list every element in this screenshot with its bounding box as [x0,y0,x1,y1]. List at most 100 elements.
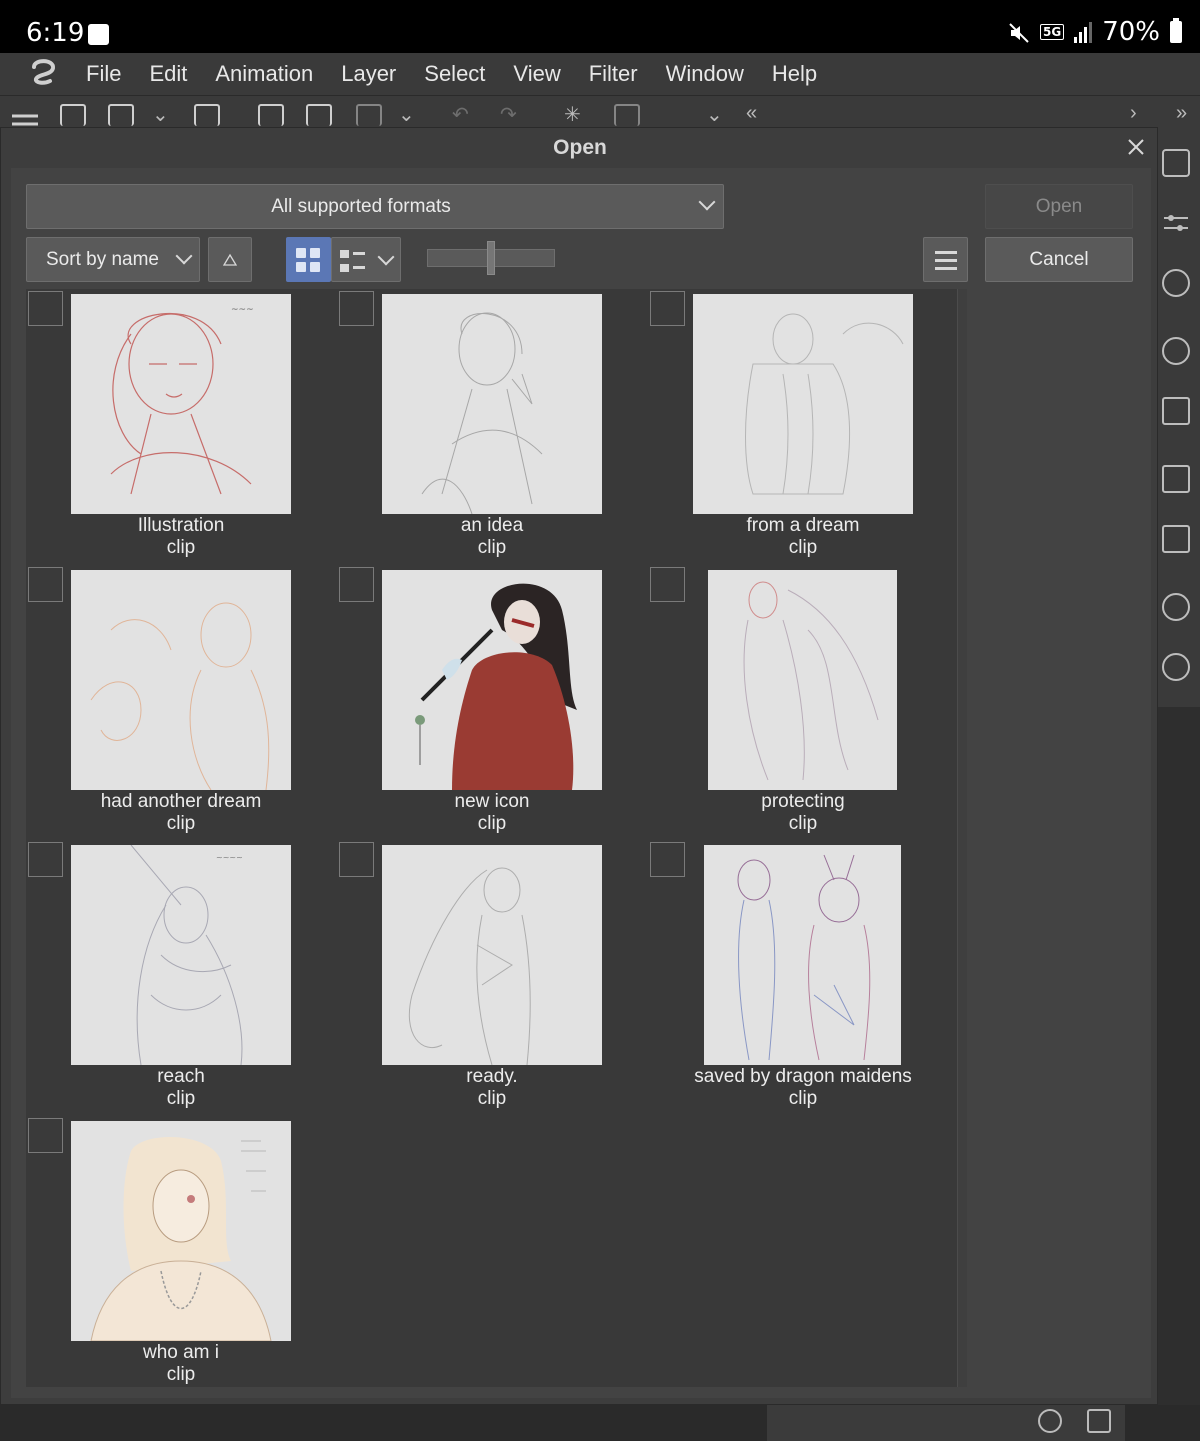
slider-knob[interactable] [487,241,495,275]
file-name: an idea [460,515,524,536]
battery-icon [1170,18,1182,43]
file-ext: clip [788,1088,818,1109]
wrench-icon[interactable] [1087,1409,1111,1433]
file-thumbnail[interactable] [704,845,901,1065]
triangle-up-icon [222,253,238,266]
app-window: 6:19 5G 70% File Edit Animation Layer Se… [0,0,1200,1441]
file-name: saved by dragon maidens [694,1066,912,1087]
file-thumbnail[interactable] [382,570,602,790]
open-button[interactable]: Open [985,184,1133,229]
app-logo-icon[interactable] [26,57,60,91]
layer-property-icon[interactable] [1162,465,1190,493]
file-checkbox[interactable] [650,291,685,326]
menu-select[interactable]: Select [424,61,485,87]
new-canvas-icon[interactable] [60,104,86,126]
sliders-icon[interactable] [1162,209,1190,237]
thumbnail-size-slider[interactable] [427,241,555,275]
cancel-button[interactable]: Cancel [985,237,1133,282]
file-checkbox[interactable] [28,291,63,326]
menu-layer[interactable]: Layer [341,61,396,87]
list-view-button[interactable] [331,237,401,282]
film-icon[interactable] [1162,397,1190,425]
file-item[interactable]: had another dream clip [26,565,336,841]
file-thumbnail[interactable] [382,294,602,514]
file-item[interactable]: saved by dragon maidens clip [648,840,958,1116]
menu-window[interactable]: Window [666,61,744,87]
sort-select[interactable]: Sort by name [26,237,200,282]
file-name: new icon [454,791,530,812]
file-item[interactable]: from a dream clip [648,289,958,565]
menu-filter[interactable]: Filter [589,61,638,87]
pen-tool-icon[interactable] [1162,149,1190,177]
collapse-left-icon[interactable]: « [746,102,757,125]
chevron-down-icon[interactable]: ⌄ [398,102,415,127]
menu-edit[interactable]: Edit [149,61,187,87]
chevron-down-icon[interactable]: ⌄ [152,102,169,127]
file-checkbox[interactable] [339,567,374,602]
save-icon[interactable] [194,104,220,126]
file-thumbnail[interactable] [71,570,291,790]
hamburger-icon[interactable] [12,104,38,126]
sort-order-button[interactable] [208,237,252,282]
file-name: Illustration [137,515,225,536]
file-item[interactable]: ~~~ Illustration clip [26,289,336,565]
file-ext: clip [788,537,818,558]
close-icon[interactable] [1123,134,1149,160]
file-thumbnail[interactable] [708,570,897,790]
file-item[interactable]: protecting clip [648,565,958,841]
menu-view[interactable]: View [513,61,560,87]
file-ext: clip [477,1088,507,1109]
file-checkbox[interactable] [339,291,374,326]
layers-icon[interactable] [1162,525,1190,553]
file-ext: clip [477,813,507,834]
play-icon[interactable] [1162,269,1190,297]
info-icon[interactable] [1162,653,1190,681]
gallery-notification-icon [88,24,109,45]
file-list-scrollbar[interactable] [957,289,967,1387]
selection-icon[interactable] [614,104,640,126]
file-item[interactable]: ~~~~ reach clip [26,840,336,1116]
chevron-down-icon[interactable]: ⌄ [706,102,723,127]
chevron-right-icon[interactable]: › [1130,102,1137,125]
sort-select-value: Sort by name [46,249,159,270]
file-thumbnail[interactable]: ~~~~ [71,845,291,1065]
file-thumbnail[interactable] [382,845,602,1065]
timer-icon[interactable] [1038,1409,1062,1433]
network-type-icon: 5G [1040,24,1065,40]
right-tool-panel [1158,127,1200,707]
file-thumbnail[interactable] [693,294,913,514]
import-icon[interactable] [356,104,382,126]
grid-view-button[interactable] [286,237,331,282]
mute-icon [1008,21,1030,43]
file-item[interactable]: an idea clip [337,289,647,565]
options-menu-button[interactable] [923,237,968,282]
menu-file[interactable]: File [86,61,121,87]
file-item[interactable]: who am i clip [26,1116,336,1392]
file-item[interactable]: new icon clip [337,565,647,841]
file-item[interactable]: ready. clip [337,840,647,1116]
file-thumbnail[interactable] [71,1121,291,1341]
chevron-down-icon [175,247,193,265]
menu-help[interactable]: Help [772,61,817,87]
chevron-down-icon [377,248,395,266]
file-checkbox[interactable] [650,842,685,877]
file-thumbnail[interactable]: ~~~ [71,294,291,514]
open-icon[interactable] [108,104,134,126]
file-checkbox[interactable] [28,842,63,877]
toolbar: ⌄ ⌄ ↶ ↷ ✳ ⌄ « › » [0,95,1200,127]
redo-icon[interactable]: ↷ [500,102,517,127]
page-icon[interactable] [258,104,284,126]
expand-right-icon[interactable]: » [1176,102,1187,125]
export-icon[interactable] [306,104,332,126]
file-checkbox[interactable] [28,1118,63,1153]
search-icon[interactable] [1162,593,1190,621]
file-checkbox[interactable] [28,567,63,602]
file-ext: clip [166,537,196,558]
format-filter-select[interactable]: All supported formats [26,184,724,229]
file-ext: clip [477,537,507,558]
file-checkbox[interactable] [650,567,685,602]
file-checkbox[interactable] [339,842,374,877]
navigator-icon[interactable] [1162,337,1190,365]
undo-icon[interactable]: ↶ [452,102,469,127]
menu-animation[interactable]: Animation [215,61,313,87]
